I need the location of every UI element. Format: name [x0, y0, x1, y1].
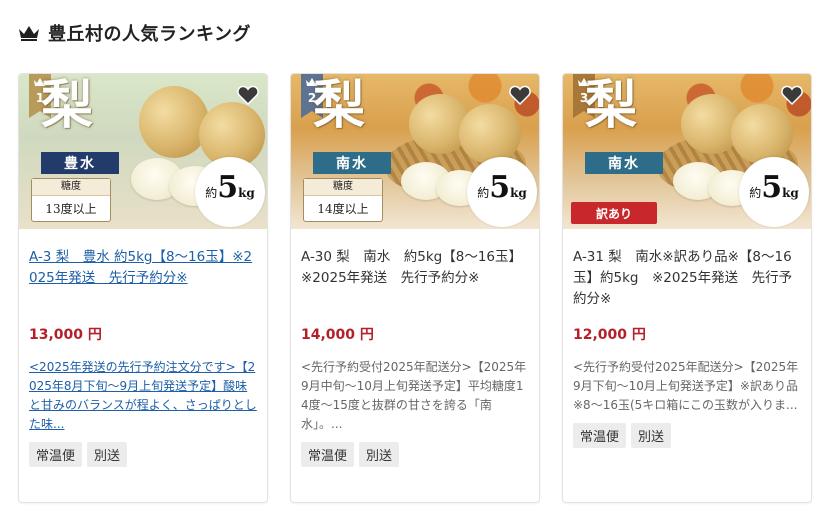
heart-icon[interactable] [779, 82, 805, 108]
image-kanji: 梨 [585, 75, 638, 136]
heart-icon[interactable] [235, 82, 261, 108]
heart-icon[interactable] [507, 82, 533, 108]
product-price: 12,000 円 [573, 327, 646, 343]
tag-separate: 別送 [359, 442, 400, 467]
tag-list: 常温便 別送 [29, 442, 257, 467]
tag-separate: 別送 [87, 442, 128, 467]
defect-badge: 訳あり [571, 202, 657, 224]
weight-prefix: 約 [477, 186, 490, 200]
image-variety: 南水 [585, 152, 663, 174]
tag-list: 常温便 別送 [573, 423, 801, 448]
section-title: 豊丘村の人気ランキング [48, 24, 251, 45]
sugar-label: 糖度 [32, 179, 110, 196]
product-description: <先行予約受付2025年配送分>【2025年9月下旬～10月上旬発送予定】※訳あ… [573, 360, 799, 412]
product-image[interactable]: 1 梨 豊水 糖度 13度以上 約 5 kg [19, 74, 267, 229]
ranking-card-3[interactable]: 3 梨 南水 訳あり 約 5 kg A-31 梨 南水※訳あり品※【8～16玉】… [562, 73, 812, 503]
product-title[interactable]: A-31 梨 南水※訳あり品※【8～16玉】約5kg ※2025年発送 先行予約… [573, 247, 801, 310]
ranking-card-2[interactable]: 2 梨 南水 糖度 14度以上 約 5 kg A-30 梨 南水 約5kg【8～… [290, 73, 540, 503]
tag-shipping: 常温便 [29, 442, 83, 467]
tag-separate: 別送 [631, 423, 672, 448]
weight-unit: kg [510, 186, 527, 200]
sugar-box: 糖度 13度以上 [31, 178, 111, 222]
sugar-box: 糖度 14度以上 [303, 178, 383, 222]
weight-number: 5 [761, 170, 783, 205]
image-variety: 豊水 [41, 152, 119, 174]
sugar-value: 13度以上 [45, 202, 97, 216]
section-heading: 豊丘村の人気ランキング [18, 20, 251, 46]
tag-list: 常温便 別送 [301, 442, 529, 467]
crown-icon [19, 26, 39, 41]
product-title-link[interactable]: A-3 梨 豊水 約5kg【8～16玉】※2025年発送 先行予約分※ [29, 247, 257, 310]
weight-unit: kg [782, 186, 799, 200]
weight-prefix: 約 [749, 186, 762, 200]
product-price: 14,000 円 [301, 327, 374, 343]
sugar-label: 糖度 [304, 179, 382, 196]
ranking-section: 豊丘村の人気ランキング 1 梨 豊水 糖度 13度以上 約 5 kg A-3 梨… [0, 0, 835, 517]
image-kanji: 梨 [41, 75, 94, 136]
ranking-list: 1 梨 豊水 糖度 13度以上 約 5 kg A-3 梨 豊水 約5kg【8～1… [18, 73, 812, 503]
weight-unit: kg [238, 186, 255, 200]
weight-badge: 約 5 kg [739, 157, 809, 227]
image-kanji: 梨 [313, 75, 366, 136]
weight-badge: 約 5 kg [195, 157, 265, 227]
product-image[interactable]: 3 梨 南水 訳あり 約 5 kg [563, 74, 811, 229]
ranking-card-1[interactable]: 1 梨 豊水 糖度 13度以上 約 5 kg A-3 梨 豊水 約5kg【8～1… [18, 73, 268, 503]
weight-number: 5 [217, 170, 239, 205]
sugar-value: 14度以上 [317, 202, 369, 216]
weight-number: 5 [489, 170, 511, 205]
tag-shipping: 常温便 [301, 442, 355, 467]
tag-shipping: 常温便 [573, 423, 627, 448]
weight-prefix: 約 [205, 186, 218, 200]
product-description-link[interactable]: <2025年発送の先行予約注文分です>【2025年8月下旬～9月上旬発送予定】酸… [29, 358, 257, 434]
product-price: 13,000 円 [29, 327, 102, 343]
weight-badge: 約 5 kg [467, 157, 537, 227]
product-description: <先行予約受付2025年配送分>【2025年9月中旬～10月上旬発送予定】平均糖… [301, 360, 527, 431]
product-title[interactable]: A-30 梨 南水 約5kg【8～16玉】※2025年発送 先行予約分※ [301, 247, 529, 310]
product-image[interactable]: 2 梨 南水 糖度 14度以上 約 5 kg [291, 74, 539, 229]
image-variety: 南水 [313, 152, 391, 174]
